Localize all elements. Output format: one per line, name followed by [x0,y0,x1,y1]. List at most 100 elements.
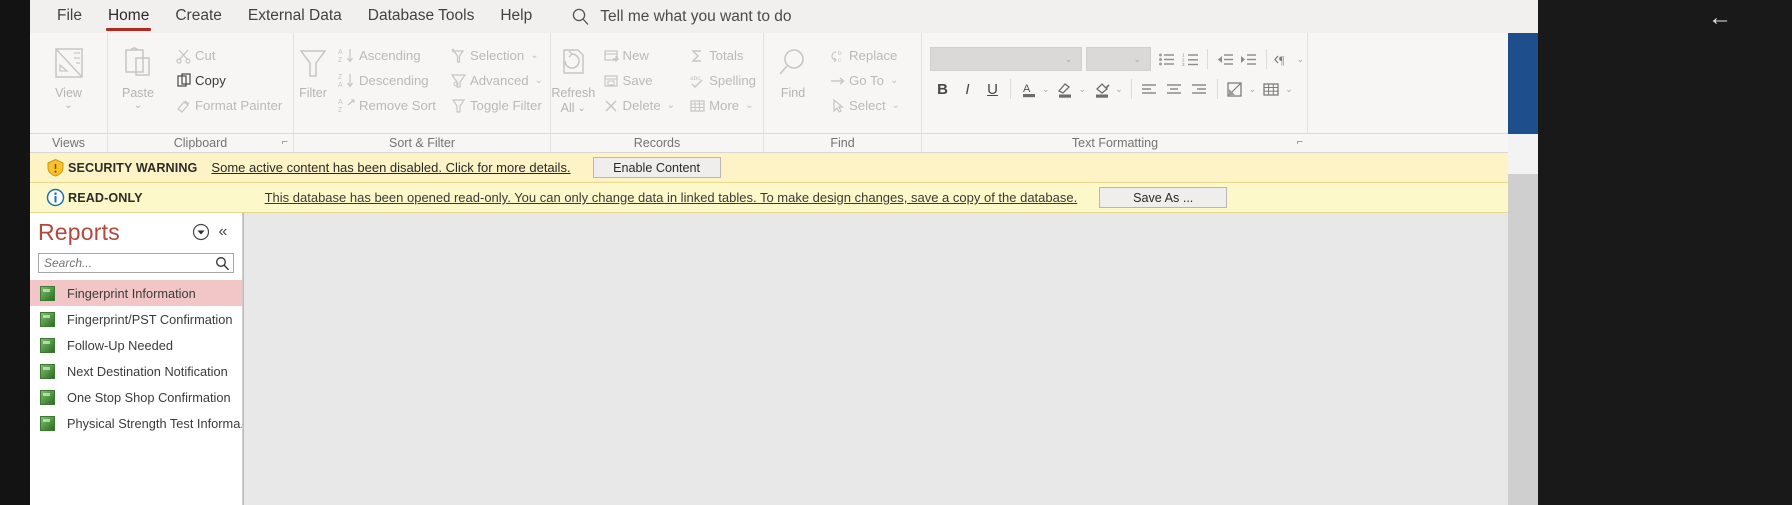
report-icon [40,363,55,379]
search-icon[interactable] [211,256,233,271]
delete-record-button[interactable]: Delete ⌄ [596,93,683,118]
sort-descending-button[interactable]: ZA Descending [332,68,443,93]
list-item[interactable]: Fingerprint Information [30,280,242,306]
remove-sort-button[interactable]: AZ Remove Sort [332,93,443,118]
align-center-button[interactable] [1162,77,1187,102]
alternate-row-color-button[interactable] [1223,77,1248,102]
page-title: Reports [38,218,120,245]
ribbon-group-sort-filter: Filter AZ Ascending ZA Descending A Z Re… [294,33,551,133]
save-as-button[interactable]: Save As ... [1099,187,1228,208]
toolbar-divider [1010,79,1011,99]
spelling-icon: abc [686,73,709,89]
bold-button[interactable]: B [930,77,955,102]
sort-ascending-button[interactable]: AZ Ascending [332,43,443,68]
tab-database-tools[interactable]: Database Tools [355,2,488,32]
view-design-icon [50,43,88,85]
access-window: File Home Create External Data Database … [30,0,1538,505]
refresh-all-label: Refresh [551,86,596,100]
chevron-down-icon[interactable]: ⌄ [1296,54,1304,65]
italic-button[interactable]: I [955,77,980,102]
cut-button[interactable]: Cut [168,43,289,68]
align-left-button[interactable] [1137,77,1162,102]
replace-button[interactable]: bc Replace [822,43,907,68]
list-item[interactable]: One Stop Shop Confirmation [30,384,242,410]
bullets-icon[interactable] [1155,47,1179,72]
numbering-icon[interactable]: 123 [1179,47,1203,72]
advanced-filter-label: Advanced [469,73,529,88]
format-painter-button[interactable]: Format Painter [168,93,289,118]
tell-me-search[interactable]: Tell me what you want to do [571,7,792,26]
list-item[interactable]: Fingerprint/PST Confirmation [30,306,242,332]
svg-text:A: A [1023,83,1031,95]
group-label-records: Records [551,134,764,152]
ribbon-group-records: Refresh All ⌄ New Save Delete ⌄ Totals a… [551,33,764,133]
refresh-all-button[interactable]: Refresh All ⌄ [551,37,596,115]
chevron-down-icon[interactable]: ⌄ [1249,84,1257,95]
totals-label: Totals [709,48,744,63]
advanced-filter-button[interactable]: Advanced ⌄ [443,68,550,93]
gridlines-button[interactable] [1259,77,1284,102]
totals-button[interactable]: Totals [682,43,763,68]
underline-button[interactable]: U [980,77,1005,102]
select-button[interactable]: Select ⌄ [822,93,907,118]
spelling-button[interactable]: abc Spelling [682,68,763,93]
paste-button[interactable]: Paste ⌄ [108,37,168,111]
group-label-clipboard-text: Clipboard [173,136,228,150]
font-family-combo[interactable]: ⌄ [930,47,1083,71]
font-color-button[interactable]: A [1016,77,1041,102]
list-item[interactable]: Next Destination Notification [30,358,242,384]
ribbon: View ⌄ Paste ⌄ Cut Copy Format Painter F… [30,33,1538,134]
decrease-indent-icon[interactable] [1213,47,1237,72]
new-record-button[interactable]: New [596,43,683,68]
refresh-all-label2: All [560,101,575,115]
selection-filter-button[interactable]: Selection ⌄ [443,43,550,68]
align-right-button[interactable] [1187,77,1212,102]
chevron-down-icon[interactable]: ⌄ [1042,84,1050,95]
toggle-filter-button[interactable]: Toggle Filter [443,93,550,118]
tab-home[interactable]: Home [95,2,162,32]
list-item[interactable]: Physical Strength Test Informa... [30,410,242,436]
view-button[interactable]: View ⌄ [38,37,100,111]
copy-button[interactable]: Copy [168,68,289,93]
list-item-label: Physical Strength Test Informa... [67,415,242,431]
tab-help[interactable]: Help [487,2,545,32]
sort-ascending-label: Ascending [358,48,421,63]
font-size-combo[interactable]: ⌄ [1086,47,1152,71]
text-highlight-button[interactable] [1053,77,1078,102]
chevron-down-icon[interactable]: ⌄ [1079,84,1087,95]
more-records-button[interactable]: More ⌄ [682,93,763,118]
save-record-button[interactable]: Save [596,68,683,93]
list-item[interactable]: Follow-Up Needed [30,332,242,358]
save-record-icon [600,73,623,89]
search-input[interactable] [39,255,211,271]
chevron-down-icon: ⌄ [745,100,754,111]
svg-text:Z: Z [338,74,343,81]
text-formatting-dialog-launcher-icon[interactable]: ⌐ [1297,136,1303,148]
list-item-label: One Stop Shop Confirmation [67,389,231,405]
sort-descending-label: Descending [358,73,429,88]
tab-help-label: Help [500,6,533,24]
tab-file[interactable]: File [44,2,95,32]
background-color-button[interactable] [1089,77,1114,102]
info-icon [42,188,68,207]
svg-text:abc: abc [690,75,701,82]
increase-indent-icon[interactable] [1237,47,1261,72]
chevron-down-icon[interactable]: ⌄ [1115,84,1123,95]
nav-pane-collapse-icon[interactable]: « [212,221,234,243]
clipboard-dialog-launcher-icon[interactable]: ⌐ [282,136,288,148]
chevron-down-icon[interactable]: ⌄ [1285,84,1293,95]
toolbar-divider [1265,49,1267,69]
text-direction-icon[interactable]: ¶ [1272,47,1296,72]
tab-external-data[interactable]: External Data [235,2,355,32]
read-only-message[interactable]: This database has been opened read-only.… [265,190,1078,205]
nav-search-box[interactable] [38,253,234,273]
enable-content-button[interactable]: Enable Content [592,157,721,178]
goto-button[interactable]: Go To ⌄ [822,68,907,93]
nav-pane-dropdown-icon[interactable] [190,221,212,243]
back-arrow-icon[interactable]: ← [1690,4,1750,32]
tab-create[interactable]: Create [162,2,235,32]
security-warning-message[interactable]: Some active content has been disabled. C… [211,160,570,175]
filter-button[interactable]: Filter [294,37,332,100]
chevron-down-icon: ⌄ [666,100,676,111]
find-button[interactable]: Find [764,37,822,100]
